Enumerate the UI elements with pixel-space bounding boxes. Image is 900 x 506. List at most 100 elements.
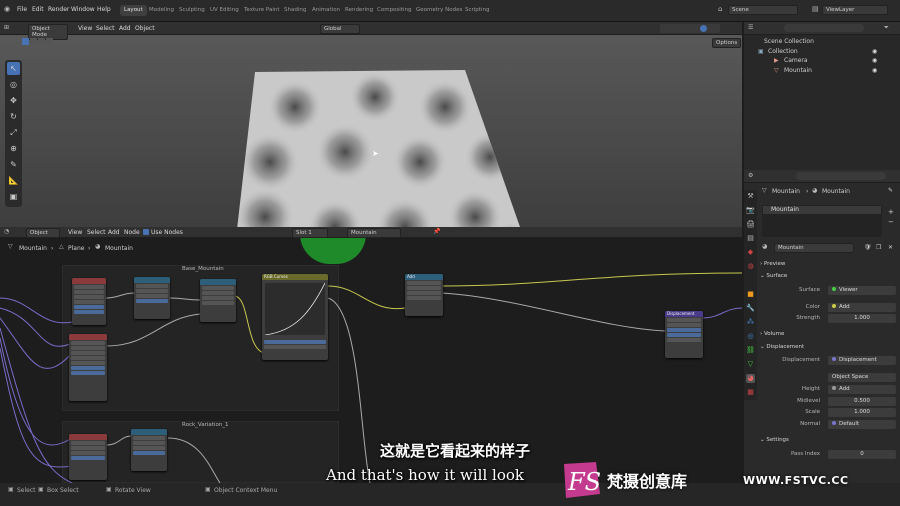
terrain-plane[interactable]	[235, 67, 527, 249]
tab-rendering[interactable]: Rendering	[341, 5, 377, 16]
shader-editor-icon[interactable]: ◔	[4, 228, 9, 235]
menu-file[interactable]: File	[17, 6, 27, 13]
section-volume[interactable]: › Volume	[760, 329, 896, 340]
modifiers-tab-icon[interactable]: 🔧	[746, 304, 755, 313]
orientation-selector[interactable]: Global	[320, 24, 360, 34]
viewport-menu-add[interactable]: Add	[119, 25, 131, 32]
tab-animation[interactable]: Animation	[308, 5, 344, 16]
blender-logo-icon[interactable]: ◉	[4, 5, 10, 13]
color-field[interactable]: Add	[828, 303, 896, 312]
section-displacement[interactable]: ⌄ Displacement	[760, 342, 896, 353]
cursor-tool-icon[interactable]: ◎	[7, 78, 20, 91]
node-menu-add[interactable]: Add	[108, 229, 120, 236]
annotate-tool-icon[interactable]: ✎	[7, 158, 20, 171]
slot-selector[interactable]: Slot 1	[292, 228, 328, 238]
view-layer-selector[interactable]: ViewLayer	[822, 5, 888, 15]
outliner-type-icon[interactable]: ☰	[748, 24, 753, 31]
menu-help[interactable]: Help	[97, 6, 111, 13]
outliner-search-input[interactable]	[784, 24, 864, 32]
curve-graph[interactable]	[264, 282, 326, 336]
use-nodes-checkbox[interactable]	[143, 229, 149, 235]
view-layer-tab-icon[interactable]: ▤	[746, 234, 755, 243]
add-slot-icon[interactable]: +	[888, 208, 894, 216]
pass-index-field[interactable]: 0	[828, 450, 896, 459]
tab-sculpting[interactable]: Sculpting	[175, 5, 209, 16]
tab-modeling[interactable]: Modeling	[145, 5, 178, 16]
height-field[interactable]: Add	[828, 385, 896, 394]
viewport-menu-select[interactable]: Select	[96, 25, 115, 32]
visibility-eye-icon[interactable]: ◉	[872, 57, 877, 64]
material-selector[interactable]: Mountain	[347, 228, 401, 238]
material-tab-icon[interactable]: ◕	[746, 374, 755, 383]
material-slot-item[interactable]: Mountain	[763, 206, 881, 214]
node-noise-texture[interactable]	[72, 278, 106, 325]
outliner-item-camera[interactable]: Camera	[784, 57, 808, 64]
outliner[interactable]: ☰ ⏷ Scene Collection ▣ Collection ▶ Came…	[744, 22, 900, 170]
section-surface[interactable]: ⌄ Surface	[760, 271, 896, 282]
menu-render[interactable]: Render	[48, 6, 69, 13]
3d-viewport[interactable]: ⊞ Object Mode View Select Add Object Glo…	[0, 22, 742, 247]
tab-shading[interactable]: Shading	[280, 5, 310, 16]
node-math-b[interactable]	[200, 279, 236, 322]
midlevel-field[interactable]: 0.500	[828, 397, 896, 406]
tab-texture-paint[interactable]: Texture Paint	[240, 5, 284, 16]
menu-window[interactable]: Window	[71, 6, 95, 13]
tab-scripting[interactable]: Scripting	[461, 5, 493, 16]
tab-compositing[interactable]: Compositing	[373, 5, 415, 16]
scene-collection-label[interactable]: Scene Collection	[764, 38, 814, 45]
space-dropdown[interactable]: Object Space	[828, 373, 896, 382]
tab-uv-editing[interactable]: UV Editing	[206, 5, 243, 16]
scale-field[interactable]: 1.000	[828, 408, 896, 417]
remove-slot-icon[interactable]: −	[888, 218, 894, 226]
material-slot-list[interactable]: Mountain	[762, 205, 882, 237]
pin-icon[interactable]: ✎	[888, 187, 893, 194]
scene-tab-icon[interactable]: ◆	[746, 248, 755, 257]
rotate-tool-icon[interactable]: ↻	[7, 110, 20, 123]
material-name-field[interactable]: Mountain	[774, 243, 854, 253]
surface-field[interactable]: Viewer	[828, 286, 896, 295]
node-mix-add[interactable]: Add	[405, 274, 443, 316]
duplicate-icon[interactable]: ❐	[876, 244, 881, 251]
collection-item[interactable]: Collection	[768, 48, 798, 55]
select-tool-icon[interactable]: ↖	[7, 62, 20, 75]
outliner-item-mountain[interactable]: Mountain	[784, 67, 812, 74]
viewport-menu-object[interactable]: Object	[135, 25, 155, 32]
menu-edit[interactable]: Edit	[32, 6, 44, 13]
node-menu-node[interactable]: Node	[124, 229, 140, 236]
selection-mode-buttons[interactable]	[22, 38, 72, 46]
pin-icon[interactable]: 📌	[433, 228, 440, 235]
properties-search-input[interactable]	[796, 172, 886, 180]
node-displacement[interactable]: Displacement	[665, 311, 703, 358]
data-tab-icon[interactable]: ▽	[746, 360, 755, 369]
physics-tab-icon[interactable]: ◎	[746, 332, 755, 341]
shader-type-selector[interactable]: Object	[26, 228, 60, 238]
scale-tool-icon[interactable]: ⤢	[7, 126, 20, 139]
normal-field[interactable]: Default	[828, 420, 896, 429]
node-color-ramp[interactable]: RGB Curves	[262, 274, 328, 360]
node-noise-texture-rock[interactable]	[69, 434, 107, 480]
node-menu-view[interactable]: View	[68, 229, 82, 236]
texture-tab-icon[interactable]: ▦	[746, 388, 755, 397]
close-icon[interactable]: ✕	[888, 244, 893, 251]
shading-buttons[interactable]	[660, 24, 720, 33]
node-voronoi-texture[interactable]	[69, 334, 107, 401]
visibility-eye-icon[interactable]: ◉	[872, 67, 877, 74]
tab-layout[interactable]: Layout	[120, 5, 147, 16]
properties-type-icon[interactable]: ⚙	[748, 172, 753, 179]
world-tab-icon[interactable]: ◍	[746, 262, 755, 271]
particles-tab-icon[interactable]: ⁂	[746, 318, 755, 327]
fake-user-icon[interactable]: 🛡	[864, 244, 872, 251]
displacement-field[interactable]: Displacement	[828, 356, 896, 365]
editor-type-icon[interactable]: ⊞	[4, 24, 9, 31]
tab-geometry-nodes[interactable]: Geometry Nodes	[412, 5, 466, 16]
transform-tool-icon[interactable]: ⊕	[7, 142, 20, 155]
section-settings[interactable]: ⌄ Settings	[760, 435, 896, 446]
measure-tool-icon[interactable]: 📐	[7, 174, 20, 187]
move-tool-icon[interactable]: ✥	[7, 94, 20, 107]
add-cube-tool-icon[interactable]: ▣	[7, 190, 20, 203]
options-button[interactable]: Options	[712, 38, 742, 48]
object-tab-icon[interactable]: ■	[746, 290, 755, 299]
node-math-rock[interactable]	[131, 429, 167, 471]
visibility-eye-icon[interactable]: ◉	[872, 48, 877, 55]
strength-field[interactable]: 1.000	[828, 314, 896, 323]
